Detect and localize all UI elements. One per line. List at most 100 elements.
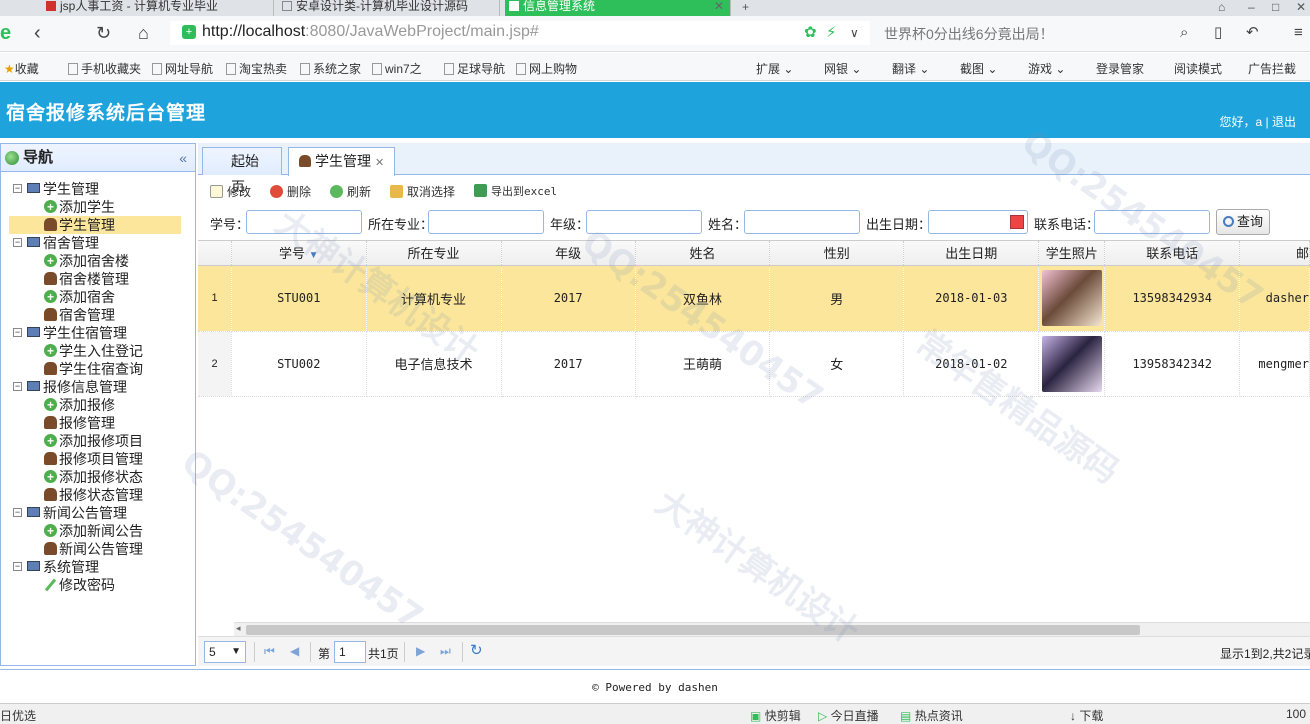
- delete-button[interactable]: 删除: [270, 183, 311, 200]
- reload-icon[interactable]: ↻: [96, 22, 111, 44]
- new-tab-icon[interactable]: +: [742, 0, 749, 14]
- column-header[interactable]: 联系电话: [1104, 241, 1241, 266]
- ext-item[interactable]: 翻译 ⌄: [892, 60, 929, 77]
- search-box[interactable]: 世界杯0分出线6分竟出局！: [878, 21, 1198, 45]
- unselect-button[interactable]: 取消选择: [390, 183, 455, 200]
- table-row[interactable]: 2 STU002 电子信息技术 2017 王萌萌 女 2018-01-02 13…: [198, 331, 1310, 397]
- edit-button[interactable]: 修改: [210, 183, 251, 200]
- tree-item[interactable]: 新闻公告管理: [1, 540, 195, 558]
- tree-item[interactable]: 添加宿舍: [1, 288, 195, 306]
- close-tab-icon[interactable]: ✕: [375, 157, 384, 169]
- bookmark-item[interactable]: 网址导航: [152, 60, 213, 77]
- browser-tab[interactable]: 安卓设计类-计算机毕业设计源码: [278, 0, 500, 16]
- ext-item[interactable]: 网银 ⌄: [824, 60, 861, 77]
- close-window-icon[interactable]: ✕: [1296, 0, 1306, 14]
- tree-item[interactable]: 学生入住登记: [1, 342, 195, 360]
- phone-icon[interactable]: ▯: [1214, 22, 1222, 44]
- tree-item[interactable]: 学生管理: [9, 216, 181, 234]
- tree-item[interactable]: 报修项目管理: [1, 450, 195, 468]
- tree-item[interactable]: 宿舍管理: [1, 306, 195, 324]
- ext-item[interactable]: 广告拦截: [1248, 60, 1296, 77]
- ext-item[interactable]: 登录管家: [1096, 60, 1144, 77]
- bookmark-item[interactable]: 手机收藏夹: [68, 60, 141, 77]
- collapse-toggle-icon[interactable]: −: [13, 184, 22, 193]
- page-size-select[interactable]: 5 ▼: [204, 641, 246, 663]
- major-input[interactable]: [428, 210, 544, 234]
- ext-item[interactable]: 截图 ⌄: [960, 60, 997, 77]
- ext-item[interactable]: 扩展 ⌄: [756, 60, 793, 77]
- status-item[interactable]: ↓ 下载: [1070, 707, 1103, 724]
- bookmark-item[interactable]: win7之: [372, 60, 422, 77]
- column-header[interactable]: 年级: [501, 241, 636, 266]
- lightning-icon[interactable]: ⚡: [826, 22, 837, 44]
- collapse-toggle-icon[interactable]: −: [13, 382, 22, 391]
- collapse-toggle-icon[interactable]: −: [13, 238, 22, 247]
- logout-link[interactable]: 退出: [1272, 115, 1296, 129]
- tree-item[interactable]: 报修管理: [1, 414, 195, 432]
- minimize-icon[interactable]: –: [1248, 0, 1255, 14]
- table-row[interactable]: 1 STU001 计算机专业 2017 双鱼林 男 2018-01-03 135…: [198, 265, 1310, 332]
- prev-page-icon[interactable]: ◀: [290, 644, 299, 658]
- query-button[interactable]: 查询: [1216, 209, 1271, 235]
- tree-group[interactable]: − 系统管理: [1, 558, 195, 576]
- collapse-toggle-icon[interactable]: −: [13, 328, 22, 337]
- column-header[interactable]: 所在专业: [366, 241, 502, 266]
- tree-item[interactable]: 修改密码: [1, 576, 195, 594]
- collapse-icon[interactable]: «: [179, 144, 187, 172]
- tree-group[interactable]: − 新闻公告管理: [1, 504, 195, 522]
- scroll-left-icon[interactable]: ◂: [236, 623, 241, 634]
- collapse-toggle-icon[interactable]: −: [13, 508, 22, 517]
- tree-item[interactable]: 添加报修状态: [1, 468, 195, 486]
- tree-item[interactable]: 添加新闻公告: [1, 522, 195, 540]
- tree-item[interactable]: 学生住宿查询: [1, 360, 195, 378]
- name-input[interactable]: [744, 210, 860, 234]
- tree-item[interactable]: 添加报修项目: [1, 432, 195, 450]
- tree-item[interactable]: 添加宿舍楼: [1, 252, 195, 270]
- student-no-input[interactable]: [246, 210, 362, 234]
- horizontal-scrollbar[interactable]: ◂: [234, 622, 1310, 636]
- browser-tab-active[interactable]: 信息管理系统 ✕: [505, 0, 731, 16]
- tree-item[interactable]: 添加报修: [1, 396, 195, 414]
- browser-tab[interactable]: jsp人事工资 - 计算机专业毕业: [42, 0, 274, 16]
- collapse-toggle-icon[interactable]: −: [13, 562, 22, 571]
- status-item[interactable]: 日优选: [0, 707, 36, 724]
- tree-item[interactable]: 宿舍楼管理: [1, 270, 195, 288]
- home-icon[interactable]: ⌂: [138, 22, 149, 44]
- bookmark-item[interactable]: 淘宝热卖: [226, 60, 287, 77]
- column-header[interactable]: 学生照片: [1038, 241, 1106, 266]
- chevron-down-icon[interactable]: ∨: [850, 22, 859, 44]
- birth-date-input[interactable]: [928, 210, 1028, 234]
- search-icon[interactable]: ⌕: [1180, 22, 1188, 44]
- close-tab-icon[interactable]: ✕: [714, 0, 724, 12]
- leaf-icon[interactable]: ✿: [804, 22, 817, 44]
- scrollbar-thumb[interactable]: [246, 625, 1140, 635]
- ext-item[interactable]: 阅读模式: [1174, 60, 1222, 77]
- ext-item[interactable]: 游戏 ⌄: [1028, 60, 1065, 77]
- refresh-icon[interactable]: ↻: [470, 641, 483, 659]
- calendar-icon[interactable]: [1010, 215, 1024, 229]
- tree-item[interactable]: 报修状态管理: [1, 486, 195, 504]
- phone-input[interactable]: [1094, 210, 1210, 234]
- address-bar[interactable]: + http://localhost:8080/JavaWebProject/m…: [170, 21, 870, 45]
- first-page-icon[interactable]: ⏮: [264, 644, 275, 659]
- back-icon[interactable]: ‹: [34, 22, 41, 44]
- tree-group[interactable]: − 学生住宿管理: [1, 324, 195, 342]
- last-page-icon[interactable]: ⏭: [440, 644, 451, 659]
- bookmark-item[interactable]: 足球导航: [444, 60, 505, 77]
- bookmark-favorites[interactable]: ★收藏: [4, 60, 39, 77]
- column-header[interactable]: 姓名: [635, 241, 771, 266]
- status-item[interactable]: ▣ 快剪辑: [750, 707, 801, 724]
- tree-group[interactable]: − 宿舍管理: [1, 234, 195, 252]
- column-header[interactable]: 出生日期: [903, 241, 1040, 266]
- bookmark-item[interactable]: 网上购物: [516, 60, 577, 77]
- tab-home[interactable]: 起始页: [202, 147, 282, 195]
- bookmark-item[interactable]: 系统之家: [300, 60, 361, 77]
- next-page-icon[interactable]: ▶: [416, 644, 425, 658]
- maximize-icon[interactable]: □: [1272, 0, 1279, 14]
- column-header[interactable]: 学号 ▼: [231, 241, 367, 266]
- tab-student-management[interactable]: 学生管理 ✕: [288, 147, 396, 176]
- status-item[interactable]: ▤ 热点资讯: [900, 707, 963, 724]
- undo-icon[interactable]: ↶: [1246, 22, 1259, 44]
- status-item[interactable]: ▷ 今日直播: [818, 707, 879, 724]
- student-photo[interactable]: [1041, 270, 1102, 326]
